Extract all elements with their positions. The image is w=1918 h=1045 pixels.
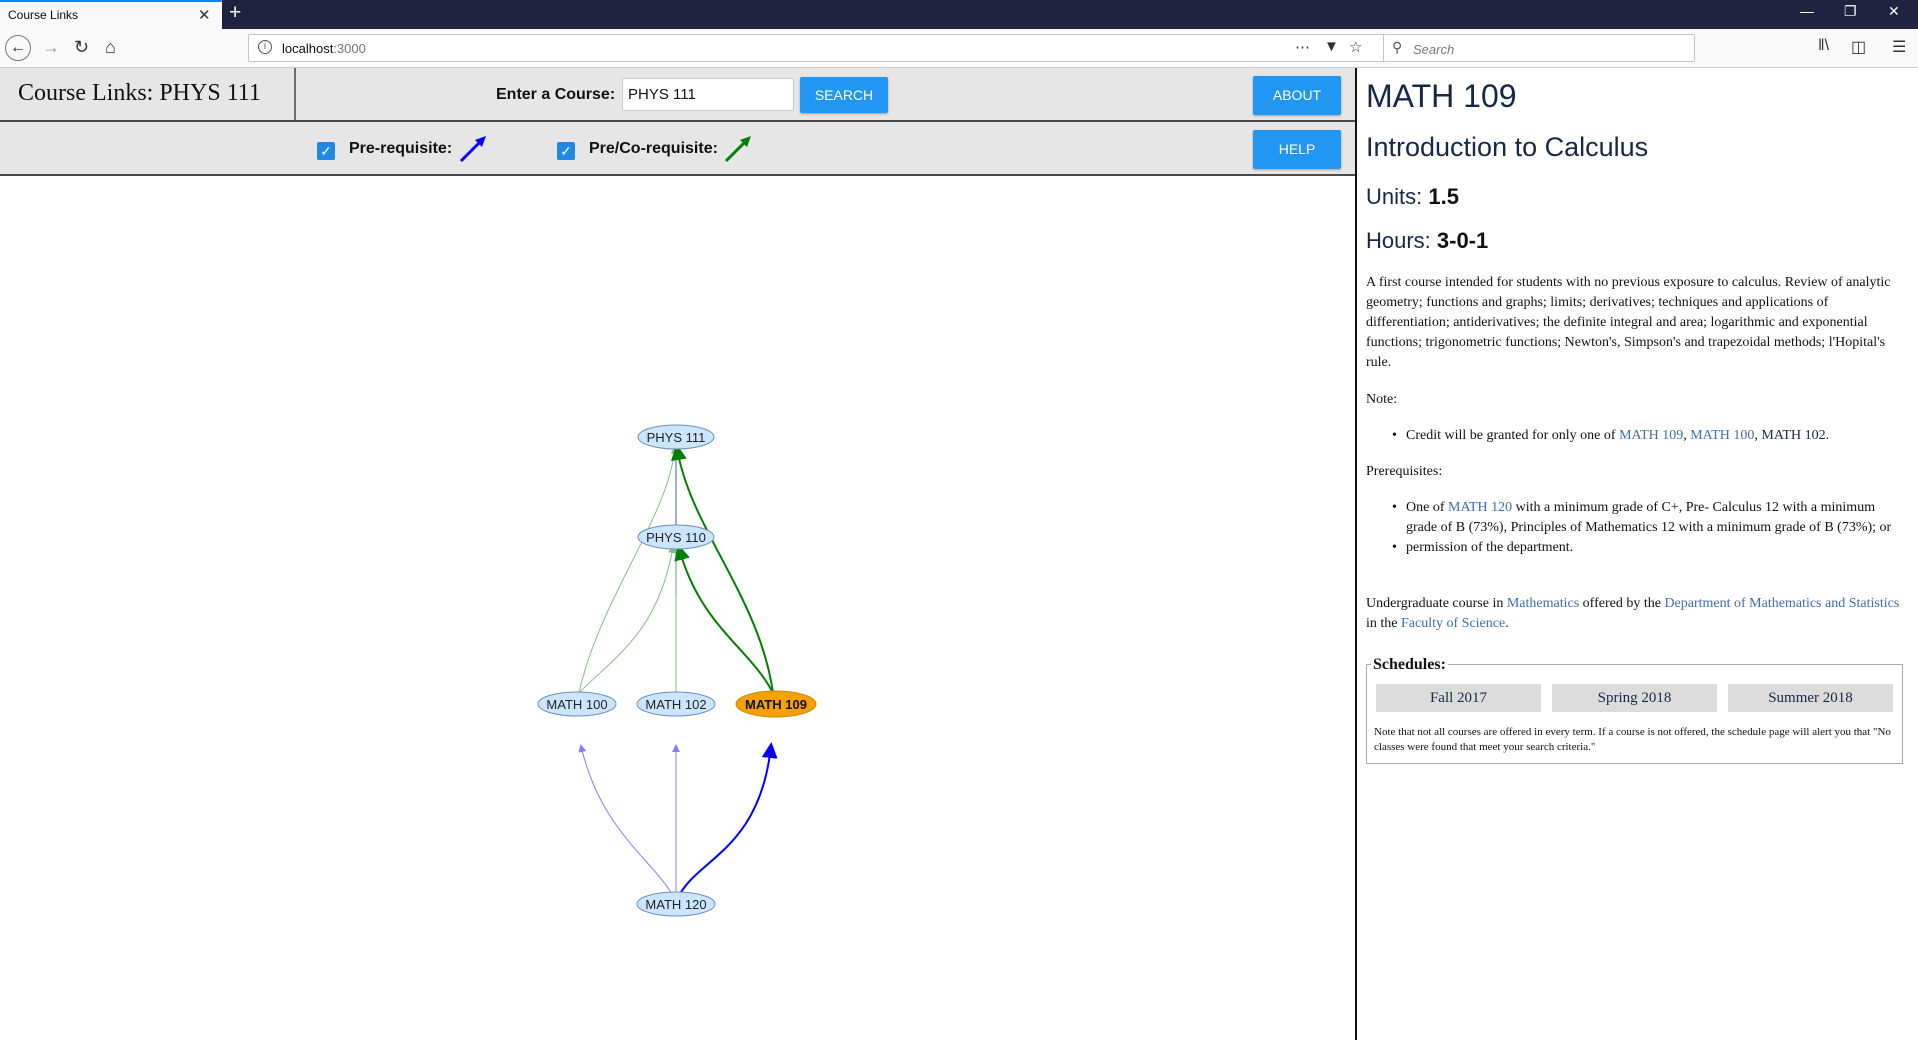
svg-text:PHYS 110: PHYS 110 — [646, 530, 706, 545]
url-text: localhost:3000 — [282, 41, 366, 56]
browser-tab-bar: Course Links ✕ + — ❐ ✕ — [0, 0, 1918, 29]
coreq-arrow-icon — [724, 136, 751, 163]
prereq-heading: Prerequisites: — [1366, 464, 1443, 479]
note-heading: Note: — [1366, 392, 1398, 407]
prereq-list: One of MATH 120 with a minimum grade of … — [1392, 498, 1906, 558]
note-list: Credit will be granted for only one of M… — [1392, 426, 1906, 446]
svg-text:MATH 102: MATH 102 — [645, 697, 706, 712]
page-title: Course Links: PHYS 111 — [18, 80, 261, 106]
app: Course Links: PHYS 111 Enter a Course: S… — [0, 68, 1918, 1040]
term-spring-2018-button[interactable]: Spring 2018 — [1552, 684, 1717, 712]
svg-text:MATH 120: MATH 120 — [645, 897, 706, 912]
bookmark-star-icon[interactable]: ☆ — [1349, 38, 1362, 56]
coreq-checkbox[interactable]: ✓ — [557, 142, 575, 160]
search-icon: ⚲ — [1392, 39, 1403, 55]
link-math100[interactable]: MATH 100 — [1690, 428, 1754, 443]
course-graph: PHYS 111 PHYS 110 MATH 100 MATH 102 MATH… — [0, 178, 1356, 1040]
browser-nav-bar: ← → ↻ ⌂ i localhost:3000 ⋯ ▼ ☆ ⚲ Search … — [0, 29, 1918, 68]
home-icon[interactable]: ⌂ — [105, 37, 116, 58]
title-box: Course Links: PHYS 111 — [0, 68, 296, 120]
page-actions-icon[interactable]: ⋯ — [1295, 38, 1310, 56]
prereq-checkbox[interactable]: ✓ — [317, 142, 335, 160]
course-input[interactable] — [622, 78, 794, 111]
search-button[interactable]: SEARCH — [800, 77, 888, 113]
edge-math109-phys110 — [674, 544, 774, 694]
url-bar[interactable]: i localhost:3000 ⋯ ▼ ☆ — [248, 34, 1388, 62]
link-department[interactable]: Department of Mathematics and Statistics — [1664, 596, 1899, 611]
course-name: Introduction to Calculus — [1366, 132, 1649, 162]
prereq-label: Pre-requisite: — [349, 140, 453, 157]
graph-pane: Course Links: PHYS 111 Enter a Course: S… — [0, 68, 1356, 1040]
schedules-note: Note that not all courses are offered in… — [1374, 726, 1891, 753]
forward-arrow-icon[interactable]: → — [42, 37, 60, 58]
browser-tab[interactable]: Course Links ✕ — [0, 0, 222, 29]
tab-title: Course Links — [8, 8, 79, 22]
node-phys111[interactable]: PHYS 111 — [637, 424, 715, 450]
new-tab-button[interactable]: + — [229, 1, 241, 25]
menu-icon[interactable]: ☰ — [1892, 37, 1906, 57]
edge-math100-phys111 — [578, 446, 679, 694]
link-faculty[interactable]: Faculty of Science — [1401, 616, 1505, 631]
help-button[interactable]: HELP — [1253, 130, 1341, 169]
library-icon[interactable]: ‖\ — [1818, 37, 1829, 55]
minimize-icon[interactable]: — — [1800, 3, 1814, 19]
edge-math120-math109 — [679, 742, 778, 895]
edge-math109-phys111 — [671, 444, 774, 694]
node-phys110[interactable]: PHYS 110 — [637, 524, 715, 550]
course-hours: Hours: 3-0-1 — [1366, 228, 1489, 253]
course-input-label: Enter a Course: — [496, 86, 616, 103]
prereq-arrow-icon — [459, 136, 486, 163]
schedules-title: Schedules: — [1371, 656, 1448, 674]
link-math120[interactable]: MATH 120 — [1448, 500, 1512, 515]
back-arrow-icon[interactable]: ← — [5, 35, 31, 61]
node-math102[interactable]: MATH 102 — [636, 691, 716, 717]
course-units: Units: 1.5 — [1366, 184, 1459, 209]
course-description: A first course intended for students wit… — [1366, 275, 1891, 370]
pocket-icon[interactable]: ▼ — [1324, 38, 1339, 55]
list-item: One of MATH 120 with a minimum grade of … — [1392, 498, 1906, 538]
svg-text:MATH 100: MATH 100 — [546, 697, 607, 712]
app-header: Course Links: PHYS 111 Enter a Course: S… — [0, 68, 1356, 122]
course-details-pane: MATH 109 Introduction to Calculus Units:… — [1357, 68, 1918, 1040]
link-math109[interactable]: MATH 109 — [1619, 428, 1683, 443]
coreq-label: Pre/Co-requisite: — [589, 140, 718, 157]
link-math102[interactable]: MATH 102 — [1761, 428, 1825, 443]
term-fall-2017-button[interactable]: Fall 2017 — [1376, 684, 1541, 712]
term-summer-2018-button[interactable]: Summer 2018 — [1728, 684, 1893, 712]
reload-icon[interactable]: ↻ — [74, 37, 89, 58]
edge-math120-math100 — [578, 744, 673, 895]
node-math120[interactable]: MATH 120 — [636, 891, 716, 917]
node-math109[interactable]: MATH 109 — [735, 690, 817, 718]
list-item: Credit will be granted for only one of M… — [1392, 426, 1906, 446]
restore-icon[interactable]: ❐ — [1844, 3, 1857, 20]
schedules-box: Schedules: Fall 2017 Spring 2018 Summer … — [1366, 656, 1903, 764]
search-placeholder: Search — [1413, 42, 1455, 57]
svg-text:MATH 109: MATH 109 — [745, 697, 807, 712]
legend-bar: ✓ Pre-requisite: ✓ Pre/Co-requisite: HEL… — [0, 122, 1356, 176]
node-math100[interactable]: MATH 100 — [537, 691, 617, 717]
sidebar-icon[interactable]: ◫ — [1851, 37, 1866, 57]
list-item: permission of the department. — [1392, 538, 1906, 558]
link-mathematics[interactable]: Mathematics — [1507, 596, 1579, 611]
graph-svg: PHYS 111 PHYS 110 MATH 100 MATH 102 MATH… — [537, 424, 817, 917]
edge-math100-phys110 — [578, 545, 676, 694]
search-bar[interactable]: ⚲ Search — [1383, 34, 1695, 62]
tab-close-icon[interactable]: ✕ — [198, 6, 211, 24]
svg-text:PHYS 111: PHYS 111 — [647, 430, 706, 445]
course-code: MATH 109 — [1366, 78, 1517, 114]
about-button[interactable]: ABOUT — [1253, 76, 1341, 115]
window-close-icon[interactable]: ✕ — [1888, 3, 1900, 20]
offering-info: Undergraduate course in Mathematics offe… — [1366, 596, 1900, 631]
info-icon[interactable]: i — [258, 40, 272, 54]
